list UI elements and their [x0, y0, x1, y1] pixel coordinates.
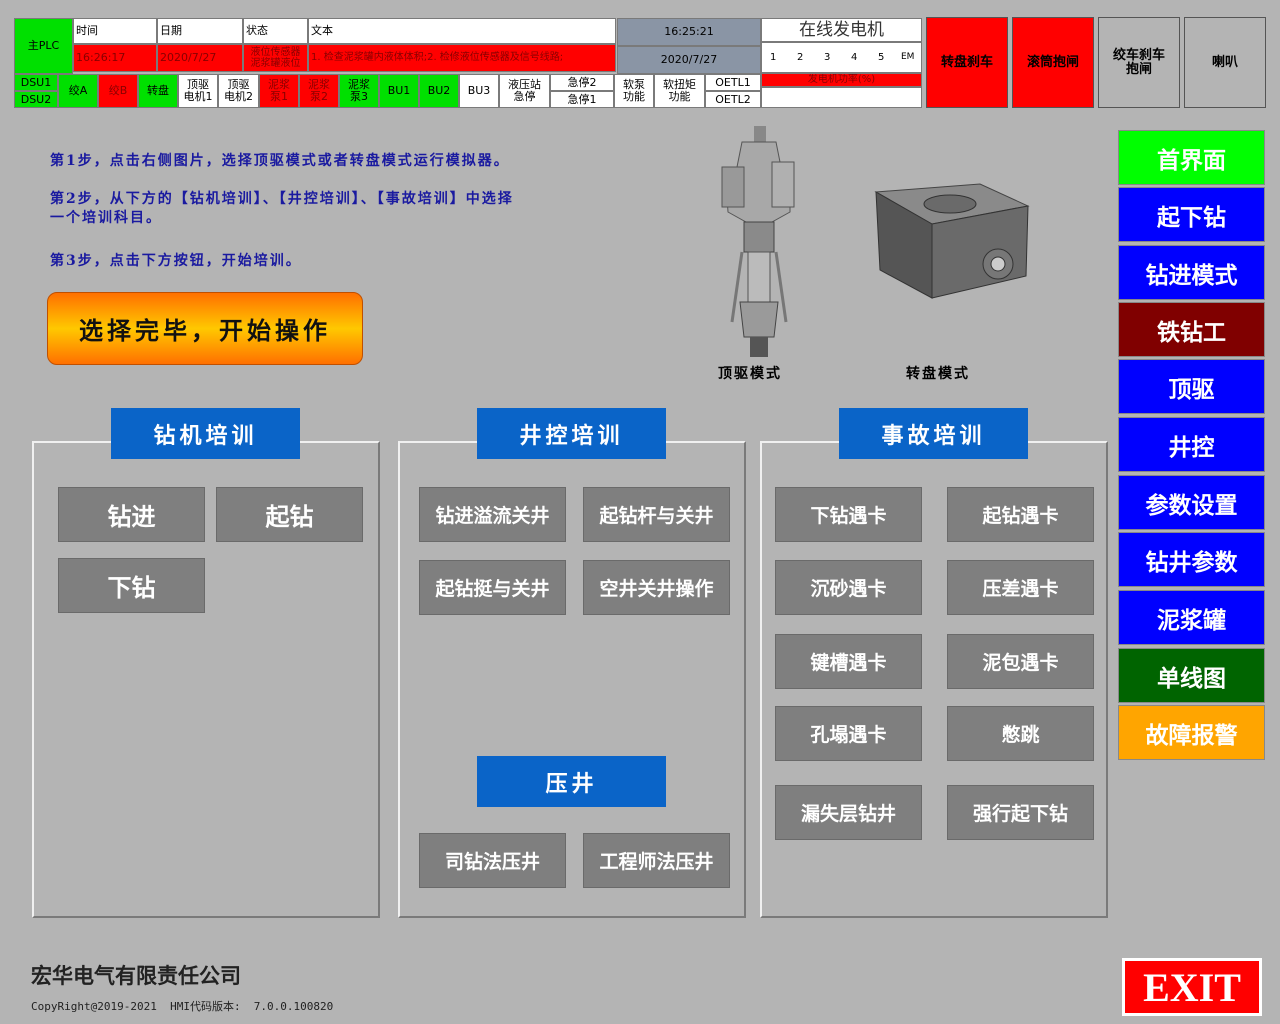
drum-brake-button[interactable]: 滚筒抱闸 [1012, 17, 1094, 108]
rotary-status: 转盘 [138, 74, 178, 108]
clock-date: 2020/7/27 [617, 46, 761, 74]
time-header: 时间 [73, 18, 157, 44]
well-kill-title: 压井 [477, 756, 666, 807]
accident-training-title: 事故培训 [839, 408, 1028, 459]
date-header: 日期 [157, 18, 243, 44]
drilling-training-title: 钻机培训 [111, 408, 300, 459]
step-2-text: 第2步，从下方的【钻机培训】、【井控培训】、【事故培训】中选择 [50, 191, 514, 207]
text-header: 文本 [308, 18, 616, 44]
keyseat-stuck-button[interactable]: 键槽遇卡 [775, 634, 922, 689]
gen-3: 3 [824, 52, 831, 63]
nav-single-line[interactable]: 单线图 [1118, 648, 1265, 703]
bu3-status: BU3 [459, 74, 499, 108]
oetl1-status: OETL1 [705, 74, 761, 91]
nav-fault-alarm[interactable]: 故障报警 [1118, 705, 1265, 760]
alarm-status-line2: 泥浆罐液位 [250, 58, 301, 69]
step-3-text: 第3步，点击下方按钮，开始培训。 [50, 253, 302, 269]
step-2-text-cont: 一个培训科目。 [50, 210, 162, 226]
start-operation-button[interactable]: 选择完毕，开始操作 [47, 292, 363, 365]
alarm-time: 16:26:17 [73, 44, 157, 72]
generator-power: 发电机功率(%) [761, 73, 922, 87]
topdrive-mode-label[interactable]: 顶驱模式 [718, 363, 782, 383]
alarm-status-line1: 液位传感器 [250, 47, 301, 58]
horn-button[interactable]: 喇叭 [1184, 17, 1266, 108]
soft-torque-status: 软扭矩 功能 [654, 74, 705, 108]
generator-power-bar [761, 87, 922, 108]
tripping-in-button[interactable]: 下钻 [58, 558, 205, 613]
differential-stuck-button[interactable]: 压差遇卡 [947, 560, 1094, 615]
rotary-table-icon [874, 183, 1030, 299]
pipe-tripping-shutin-button[interactable]: 起钻杆与关井 [583, 487, 730, 542]
alarm-text: 1. 检查泥浆罐内液体体积;2. 检修液位传感器及信号线路; [308, 44, 616, 72]
hole-collapse-stuck-button[interactable]: 孔塌遇卡 [775, 706, 922, 761]
topdrive-icon [721, 126, 795, 357]
nav-tripping[interactable]: 起下钻 [1118, 187, 1265, 242]
tripping-out-button[interactable]: 起钻 [216, 487, 363, 542]
generator-numbers: 1 2 3 4 5 EM [761, 42, 922, 73]
drawworks-brake-button[interactable]: 绞车刹车 抱闸 [1098, 17, 1180, 108]
alarm-status: 液位传感器 泥浆罐液位 [243, 44, 308, 72]
nav-drilling-params[interactable]: 钻井参数 [1118, 532, 1265, 587]
nav-well-control[interactable]: 井控 [1118, 417, 1265, 472]
oetl2-status: OETL2 [705, 91, 761, 108]
gen-2: 2 [797, 52, 804, 63]
estop2-status: 急停2 [550, 74, 614, 91]
engineers-method-button[interactable]: 工程师法压井 [583, 833, 730, 888]
nav-drilling-mode[interactable]: 钻进模式 [1118, 245, 1265, 300]
bouncing-button[interactable]: 憋跳 [947, 706, 1094, 761]
copyright-text: CopyRight@2019-2021 HMI代码版本: 7.0.0.10082… [31, 1000, 334, 1013]
nav-home[interactable]: 首界面 [1118, 130, 1265, 185]
nav-settings[interactable]: 参数设置 [1118, 475, 1265, 530]
step-1-text: 第1步，点击右侧图片，选择顶驱模式或者转盘模式运行模拟器。 [50, 153, 510, 169]
hydraulic-estop-status: 液压站 急停 [499, 74, 550, 108]
gen-em: EM [901, 52, 915, 62]
status-header: 状态 [243, 18, 308, 44]
empty-hole-shutin-button[interactable]: 空井关井操作 [583, 560, 730, 615]
trip-in-stuck-button[interactable]: 下钻遇卡 [775, 487, 922, 542]
lost-circulation-button[interactable]: 漏失层钻井 [775, 785, 922, 840]
nav-mud-tank[interactable]: 泥浆罐 [1118, 590, 1265, 645]
well-control-title: 井控培训 [477, 408, 666, 459]
nav-iron-roughneck[interactable]: 铁钻工 [1118, 302, 1265, 357]
jiao-b-status: 绞B [98, 74, 138, 108]
jiao-a-status: 绞A [58, 74, 98, 108]
plc-status: 主PLC [14, 18, 73, 74]
bu1-status: BU1 [379, 74, 419, 108]
exit-button[interactable]: EXIT [1122, 958, 1262, 1016]
drillers-method-button[interactable]: 司钻法压井 [419, 833, 566, 888]
dsu2-status: DSU2 [14, 91, 58, 108]
bit-balling-stuck-button[interactable]: 泥包遇卡 [947, 634, 1094, 689]
mud-pump3-status: 泥浆 泵3 [339, 74, 379, 108]
rotary-mode-image[interactable] [870, 180, 1032, 302]
bu2-status: BU2 [419, 74, 459, 108]
rotary-brake-button[interactable]: 转盘刹车 [926, 17, 1008, 108]
topdrive-motor1-status: 顶驱 电机1 [178, 74, 218, 108]
gen-5: 5 [878, 52, 885, 63]
drilling-kick-shutin-button[interactable]: 钻进溢流关井 [419, 487, 566, 542]
drilling-button[interactable]: 钻进 [58, 487, 205, 542]
clock-time: 16:25:21 [617, 18, 761, 46]
sand-stuck-button[interactable]: 沉砂遇卡 [775, 560, 922, 615]
company-name: 宏华电气有限责任公司 [31, 963, 241, 988]
mud-pump1-status: 泥浆 泵1 [259, 74, 299, 108]
estop1-status: 急停1 [550, 91, 614, 108]
generator-title: 在线发电机 [761, 18, 922, 42]
gen-4: 4 [851, 52, 858, 63]
snubbing-button[interactable]: 强行起下钻 [947, 785, 1094, 840]
alarm-date: 2020/7/27 [157, 44, 243, 72]
dsu1-status: DSU1 [14, 74, 58, 91]
nav-topdrive[interactable]: 顶驱 [1118, 359, 1265, 414]
plc-label: 主PLC [27, 39, 60, 52]
gen-1: 1 [770, 52, 777, 63]
topdrive-motor2-status: 顶驱 电机2 [218, 74, 259, 108]
trip-out-stuck-button[interactable]: 起钻遇卡 [947, 487, 1094, 542]
mud-pump2-status: 泥浆 泵2 [299, 74, 339, 108]
topdrive-mode-image[interactable] [712, 122, 806, 362]
collar-tripping-shutin-button[interactable]: 起钻挺与关井 [419, 560, 566, 615]
soft-pump-status: 软泵 功能 [614, 74, 654, 108]
rotary-mode-label[interactable]: 转盘模式 [906, 363, 970, 383]
